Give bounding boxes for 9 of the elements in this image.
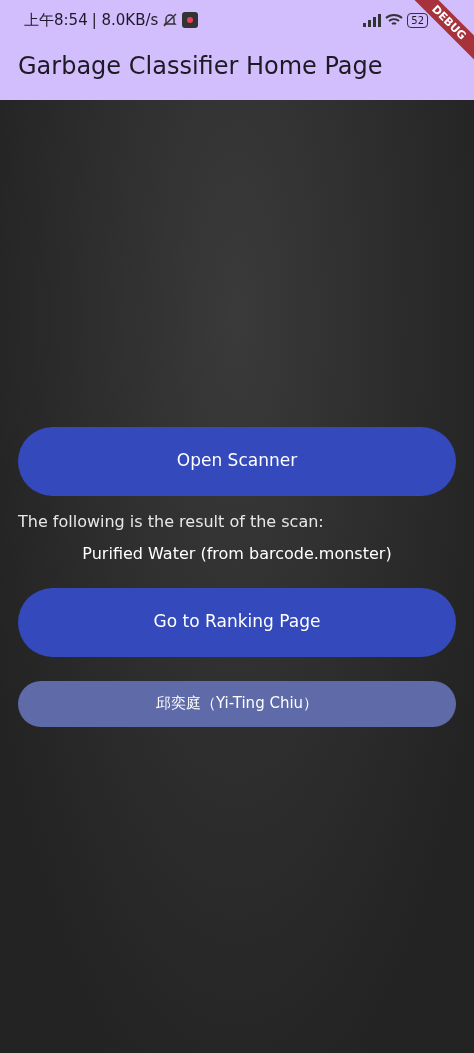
credit-button[interactable]: 邱奕庭（Yi-Ting Chiu） <box>18 680 456 727</box>
app-title: Garbage Classifier Home Page <box>17 51 384 82</box>
caption-text: The following is the result of the scan: <box>18 510 325 533</box>
scan-result: Purified Water (from barcode.monster) <box>81 542 393 565</box>
network-speed: | 8.0KB/s <box>91 9 159 31</box>
open-button[interactable]: Open Scanner <box>18 426 456 496</box>
battery-level: 52 <box>407 12 428 28</box>
status-time: 上午8:54 <box>24 9 88 31</box>
open-button[interactable]: Go to Ranking Page <box>18 587 456 657</box>
